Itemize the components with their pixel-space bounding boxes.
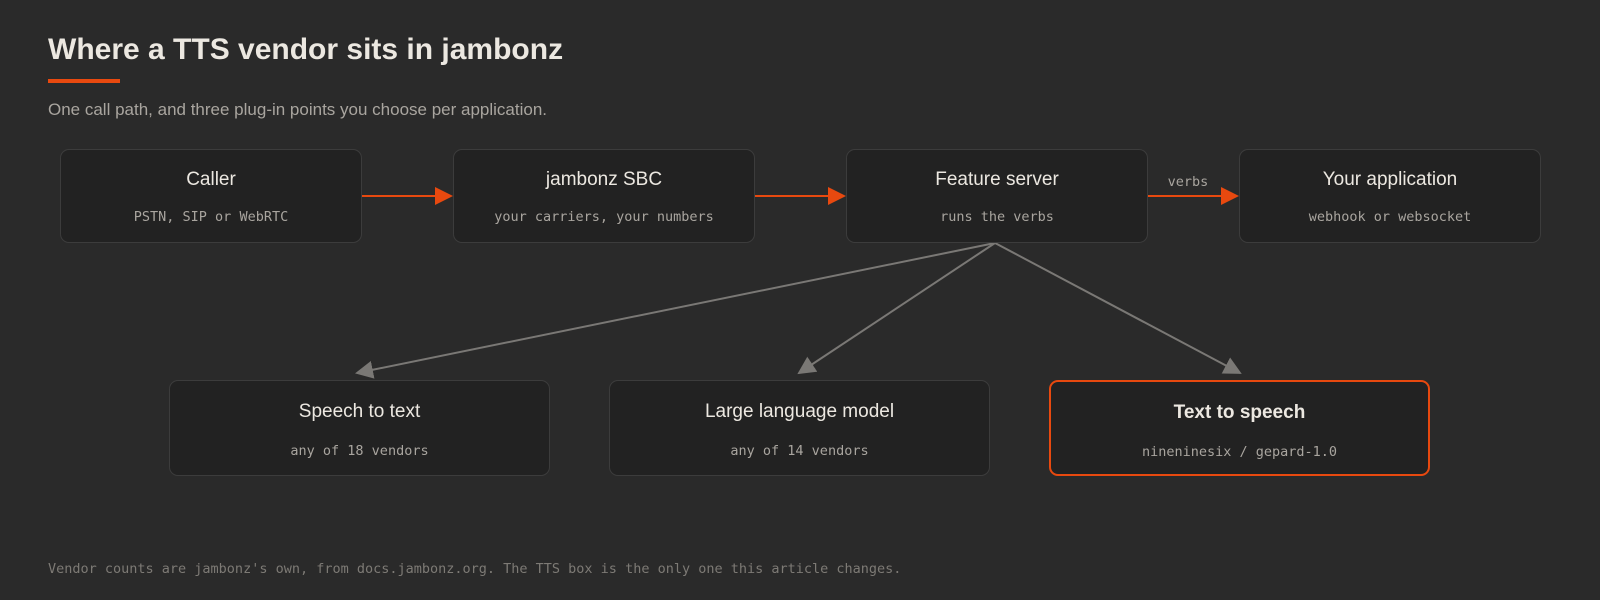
edge-label-verbs: verbs: [1168, 174, 1209, 190]
diagram-canvas: Where a TTS vendor sits in jambonz One c…: [0, 0, 1600, 600]
node-caller-title: Caller: [186, 169, 236, 190]
node-sbc-detail: your carriers, your numbers: [494, 209, 714, 225]
node-text-to-speech: Text to speech nineninesix / gepard-1.0: [1049, 380, 1430, 476]
node-application: Your application webhook or websocket: [1239, 149, 1541, 243]
node-large-language-model: Large language model any of 14 vendors: [609, 380, 990, 476]
node-caller-detail: PSTN, SIP or WebRTC: [133, 209, 289, 225]
node-application-title: Your application: [1322, 169, 1458, 190]
node-caller: Caller PSTN, SIP or WebRTC: [60, 149, 362, 243]
node-feature-server-title: Feature server: [935, 169, 1059, 190]
node-feature-server-detail: runs the verbs: [940, 209, 1054, 225]
node-llm-title: Large language model: [704, 401, 895, 422]
node-llm-detail: any of 14 vendors: [730, 443, 869, 459]
footnote: Vendor counts are jambonz's own, from do…: [48, 561, 902, 577]
node-text-to-speech-detail: nineninesix / gepard-1.0: [1141, 444, 1338, 460]
node-speech-to-text-detail: any of 18 vendors: [290, 443, 429, 459]
connector-layer: verbs: [355, 174, 1242, 379]
edge-feature-server-to-stt: [355, 242, 996, 379]
node-text-to-speech-title: Text to speech: [1173, 402, 1306, 423]
node-feature-server: Feature server runs the verbs: [846, 149, 1148, 243]
node-speech-to-text-title: Speech to text: [298, 401, 421, 422]
node-sbc: jambonz SBC your carriers, your numbers: [453, 149, 755, 243]
node-application-detail: webhook or websocket: [1308, 209, 1472, 225]
edge-feature-server-to-tts: [994, 242, 1242, 374]
node-speech-to-text: Speech to text any of 18 vendors: [169, 380, 550, 476]
node-sbc-title: jambonz SBC: [545, 169, 663, 190]
